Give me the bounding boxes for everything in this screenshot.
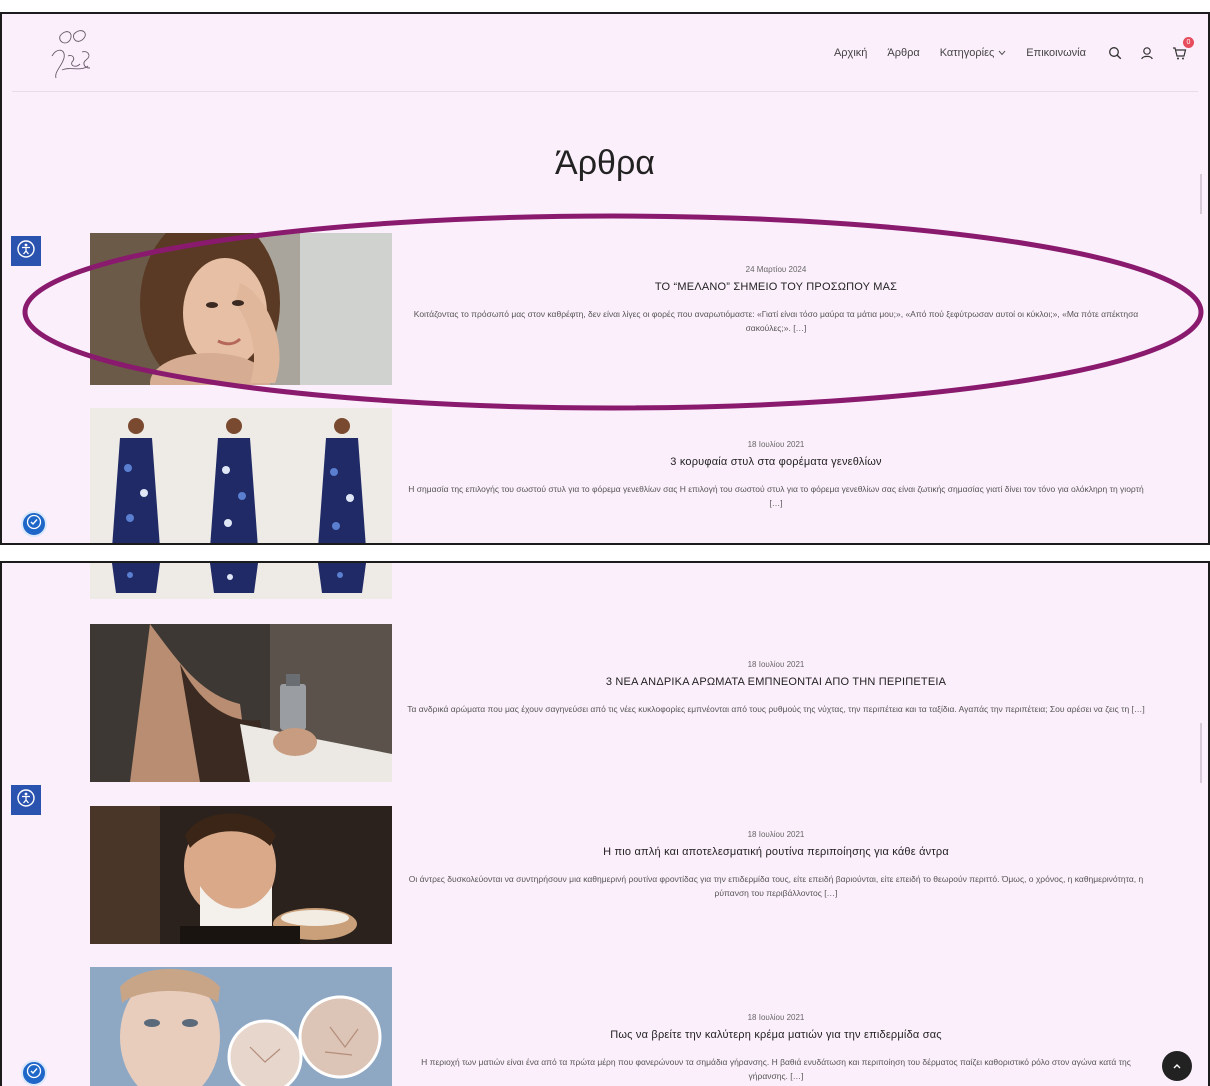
cart-icon[interactable]: 0 — [1170, 37, 1194, 62]
accessibility-icon — [26, 1063, 42, 1084]
accessibility-icon — [26, 514, 42, 535]
screenshot-bottom-panel: 18 Ιουλίου 2021 3 ΝΕΑ ΑΝΔΡΙΚΑ ΑΡΩΜΑΤΑ ΕΜ… — [0, 561, 1210, 1086]
article-excerpt: Τα ανδρικά αρώματα που μας έχουν σαγηνεύ… — [407, 704, 1145, 714]
article-body: 24 Μαρτίου 2024 ΤΟ “ΜΕΛΑΝΟ” ΣΗΜΕΙΟ ΤΟΥ Π… — [402, 265, 1150, 335]
article-thumbnail-woman-face[interactable] — [90, 233, 392, 385]
chevron-down-icon — [998, 47, 1006, 59]
site-header: Αρχική Άρθρα Κατηγορίες Επικοινωνία 0 — [12, 14, 1198, 92]
screenshot-top-panel: Αρχική Άρθρα Κατηγορίες Επικοινωνία 0 Άρ… — [0, 12, 1210, 545]
article-body: 18 Ιουλίου 2021 3 κορυφαία στυλ στα φορέ… — [402, 440, 1150, 510]
article-card: 18 Ιουλίου 2021 3 κορυφαία στυλ στα φορέ… — [90, 408, 1150, 543]
accessibility-icon — [17, 788, 35, 812]
article-excerpt: Η περιοχή των ματιών είναι ένα από τα πρ… — [421, 1057, 1131, 1082]
nav-categories[interactable]: Κατηγορίες — [940, 47, 1007, 59]
article-body: 18 Ιουλίου 2021 3 ΝΕΑ ΑΝΔΡΙΚΑ ΑΡΩΜΑΤΑ ΕΜ… — [402, 660, 1150, 716]
article-excerpt: Η σημασία της επιλογής του σωστού στυλ γ… — [408, 484, 1144, 509]
scrollbar-track-edge — [1200, 174, 1202, 214]
main-navigation: Αρχική Άρθρα Κατηγορίες Επικοινωνία 0 — [834, 37, 1194, 62]
nav-articles[interactable]: Άρθρα — [887, 47, 919, 59]
accessibility-widget-button[interactable] — [21, 511, 47, 537]
search-icon[interactable] — [1106, 44, 1124, 62]
article-date: 18 Ιουλίου 2021 — [747, 1013, 805, 1022]
nav-contact-label: Επικοινωνία — [1026, 47, 1086, 59]
article-title-link[interactable]: ΤΟ “ΜΕΛΑΝΟ” ΣΗΜΕΙΟ ΤΟΥ ΠΡΟΣΩΠΟΥ ΜΑΣ — [402, 281, 1150, 293]
article-body: 18 Ιουλίου 2021 Πως να βρείτε την καλύτε… — [402, 1013, 1150, 1083]
article-card: 18 Ιουλίου 2021 Πως να βρείτε την καλύτε… — [90, 967, 1150, 1086]
nav-articles-label: Άρθρα — [887, 47, 920, 59]
article-card: 18 Ιουλίου 2021 Η πιο απλή και αποτελεσμ… — [90, 806, 1150, 944]
article-title-link[interactable]: 3 ΝΕΑ ΑΝΔΡΙΚΑ ΑΡΩΜΑΤΑ ΕΜΠΝΕΟΝΤΑΙ ΑΠΟ ΤΗΝ… — [402, 676, 1150, 688]
article-title-link[interactable]: 3 κορυφαία στυλ στα φορέματα γενεθλίων — [402, 456, 1150, 468]
article-date: 18 Ιουλίου 2021 — [747, 830, 805, 839]
article-thumbnail-dresses-continued[interactable] — [90, 563, 392, 599]
article-thumbnail-dresses[interactable] — [90, 408, 392, 543]
article-thumbnail-man-grooming[interactable] — [90, 806, 392, 944]
nav-categories-label: Κατηγορίες — [939, 47, 995, 59]
scroll-to-top-button[interactable] — [1162, 1051, 1192, 1081]
article-body: 18 Ιουλίου 2021 Η πιο απλή και αποτελεσμ… — [402, 830, 1150, 900]
accessibility-toolbar-button[interactable] — [11, 785, 41, 815]
article-title-link[interactable]: Η πιο απλή και αποτελεσματική ρουτίνα πε… — [402, 846, 1150, 858]
accessibility-widget-button[interactable] — [21, 1060, 47, 1086]
nav-home-label: Αρχική — [833, 47, 868, 59]
article-excerpt: Κοιτάζοντας το πρόσωπό μας στον καθρέφτη… — [413, 309, 1139, 334]
site-logo[interactable] — [42, 26, 102, 84]
user-icon[interactable] — [1138, 44, 1156, 62]
page-title: Άρθρα — [555, 144, 655, 182]
nav-contact[interactable]: Επικοινωνία — [1026, 47, 1086, 59]
scrollbar-track-edge — [1200, 723, 1202, 783]
article-date: 18 Ιουλίου 2021 — [747, 660, 805, 669]
accessibility-toolbar-button[interactable] — [11, 236, 41, 266]
article-date: 18 Ιουλίου 2021 — [747, 440, 805, 449]
article-title-link[interactable]: Πως να βρείτε την καλύτερη κρέμα ματιών … — [402, 1029, 1150, 1041]
article-excerpt: Οι άντρες δυσκολεύονται να συντηρήσουν μ… — [408, 874, 1144, 899]
nav-home[interactable]: Αρχική — [834, 47, 867, 59]
article-card: 24 Μαρτίου 2024 ΤΟ “ΜΕΛΑΝΟ” ΣΗΜΕΙΟ ΤΟΥ Π… — [90, 233, 1150, 385]
article-thumbnail-eye-cream[interactable] — [90, 967, 392, 1086]
article-thumbnail-men-perfume[interactable] — [90, 624, 392, 782]
accessibility-icon — [17, 239, 35, 263]
cart-count-badge: 0 — [1183, 37, 1194, 48]
article-card: 18 Ιουλίου 2021 3 ΝΕΑ ΑΝΔΡΙΚΑ ΑΡΩΜΑΤΑ ΕΜ… — [90, 624, 1150, 782]
chevron-up-icon — [1172, 1057, 1182, 1075]
article-date: 24 Μαρτίου 2024 — [745, 265, 807, 274]
